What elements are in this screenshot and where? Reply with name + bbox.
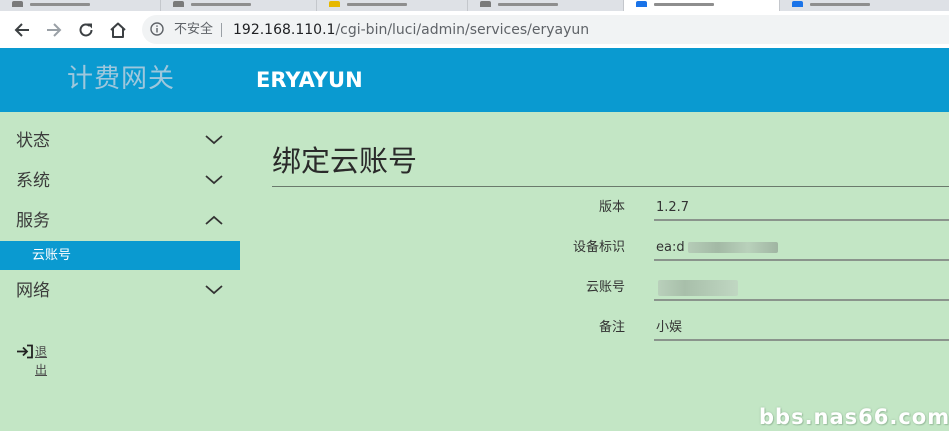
- field-row-version: 版本 1.2.7: [272, 188, 949, 228]
- home-button[interactable]: [106, 18, 130, 42]
- tab-favicon-icon: [173, 1, 184, 7]
- field-row-remark: 备注 小娱: [272, 308, 949, 348]
- info-icon[interactable]: [150, 22, 164, 36]
- sidebar-item-label: 状态: [16, 131, 50, 151]
- tab-favicon-icon: [792, 1, 803, 7]
- page-title: 绑定云账号: [272, 144, 418, 178]
- browser-tab[interactable]: [468, 0, 624, 11]
- back-button[interactable]: [10, 18, 34, 42]
- cloud-account-value: [656, 279, 738, 297]
- logout-label: 退出: [35, 345, 48, 377]
- sidebar-item-label: 系统: [16, 171, 50, 191]
- field-underline: [654, 219, 949, 221]
- field-underline: [654, 339, 949, 341]
- url-host: 192.168.110.1: [233, 22, 336, 38]
- home-icon: [110, 22, 126, 38]
- address-bar[interactable]: 不安全 192.168.110.1/cgi-bin/luci/admin/ser…: [142, 15, 949, 44]
- version-value: 1.2.7: [656, 200, 690, 215]
- tab-favicon-icon: [636, 1, 647, 7]
- url-path: /cgi-bin/luci/admin/services/eryayun: [335, 22, 590, 38]
- sidebar-item-label: 网络: [16, 281, 50, 301]
- field-row-device-id: 设备标识 ea:d: [272, 228, 949, 268]
- title-divider: [272, 186, 949, 187]
- sidebar-item-network[interactable]: 网络: [0, 273, 240, 309]
- browser-tab[interactable]: [0, 0, 161, 11]
- browser-toolbar: 不安全 192.168.110.1/cgi-bin/luci/admin/ser…: [0, 11, 949, 49]
- device-id-value: ea:d: [656, 239, 778, 257]
- tab-favicon-icon: [12, 1, 23, 7]
- logout-icon: [17, 344, 33, 359]
- field-row-cloud-account: 云账号: [272, 268, 949, 308]
- sidebar-item-label: 服务: [16, 211, 50, 231]
- browser-tab[interactable]: [161, 0, 317, 11]
- sidebar-subitem-cloud-account[interactable]: 云账号: [0, 241, 240, 270]
- field-underline: [654, 259, 949, 261]
- forward-button[interactable]: [42, 18, 66, 42]
- sidebar-item-services[interactable]: 服务: [0, 203, 240, 239]
- chevron-down-icon: [205, 135, 223, 145]
- chevron-up-icon: [205, 215, 223, 225]
- field-underline: [654, 299, 949, 301]
- remark-value: 小娱: [656, 320, 683, 335]
- site-watermark: bbs.nas66.com: [759, 405, 949, 429]
- field-label: 云账号: [585, 280, 625, 295]
- redacted-mask: [687, 242, 778, 253]
- star-favicon-icon: [329, 1, 340, 7]
- brand-title[interactable]: 计费网关: [67, 62, 175, 96]
- url-text[interactable]: 192.168.110.1/cgi-bin/luci/admin/service…: [233, 20, 589, 40]
- security-status[interactable]: 不安全: [174, 20, 213, 40]
- forward-arrow-icon: [47, 23, 62, 37]
- browser-tab-active[interactable]: [624, 0, 780, 11]
- field-label: 设备标识: [572, 240, 625, 255]
- app-title: ERYAYUN: [256, 68, 363, 92]
- chevron-down-icon: [205, 285, 223, 295]
- reload-button[interactable]: [74, 18, 98, 42]
- sidebar-item-system[interactable]: 系统: [0, 163, 240, 199]
- sidebar-subitem-label: 云账号: [32, 248, 72, 263]
- browser-tab[interactable]: [780, 0, 949, 11]
- field-label: 版本: [598, 200, 625, 215]
- chevron-down-icon: [205, 175, 223, 185]
- page-header: 计费网关 ERYAYUN: [0, 48, 949, 112]
- tab-favicon-icon: [480, 1, 491, 7]
- field-label: 备注: [598, 320, 625, 335]
- browser-tab[interactable]: [317, 0, 468, 11]
- back-arrow-icon: [14, 23, 29, 37]
- redacted-mask: [658, 279, 738, 296]
- reload-icon: [79, 23, 93, 37]
- browser-tab-strip: [0, 0, 949, 11]
- divider: [221, 23, 222, 37]
- sidebar-item-status[interactable]: 状态: [0, 123, 240, 159]
